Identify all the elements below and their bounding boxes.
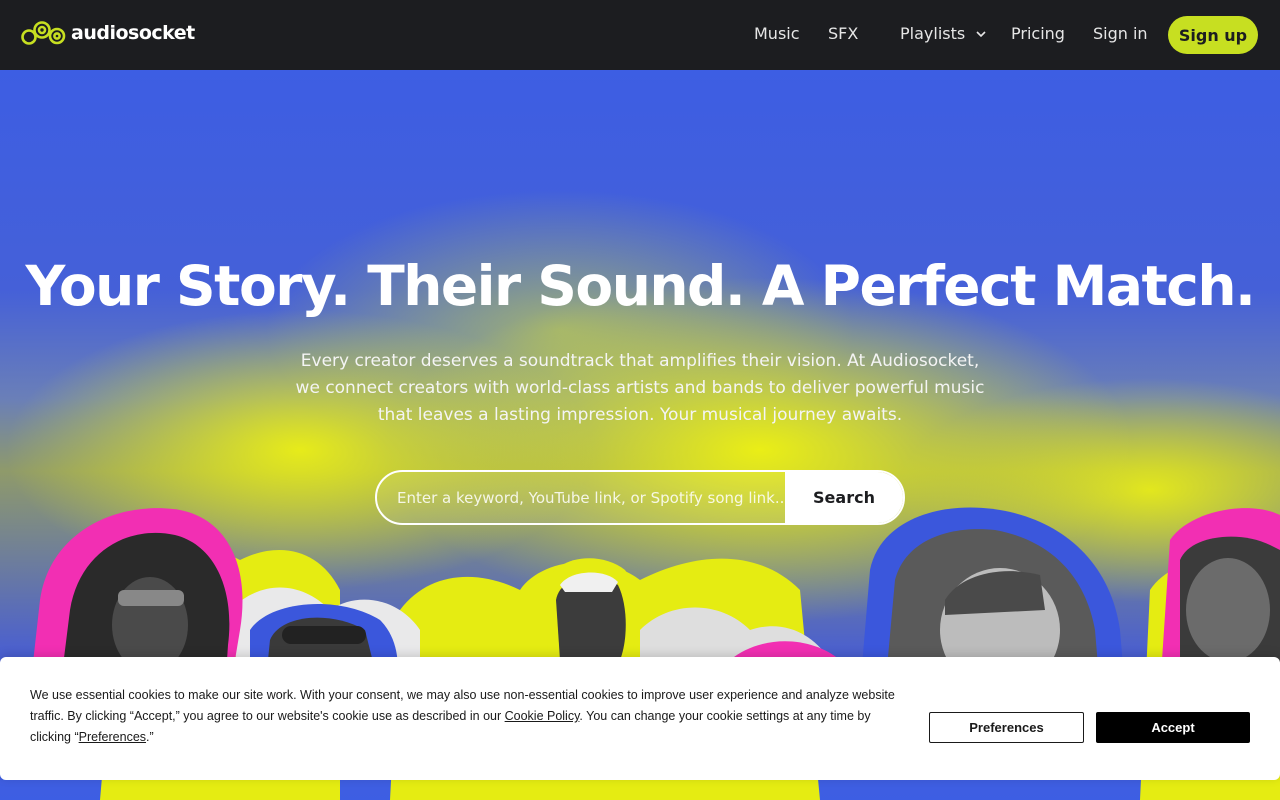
signup-button[interactable]: Sign up — [1168, 16, 1258, 54]
nav-playlists-dropdown[interactable]: Playlists — [900, 24, 987, 43]
nav-signin-link[interactable]: Sign in — [1093, 24, 1148, 43]
logo-text: audiosocket — [71, 22, 195, 44]
cookie-text-end: .” — [146, 730, 154, 744]
collage-yellow-ring-center — [545, 558, 637, 660]
hero-title: Your Story. Their Sound. A Perfect Match… — [25, 254, 1256, 318]
cookie-text: We use essential cookies to make our sit… — [30, 685, 910, 748]
hero-subtitle: Every creator deserves a soundtrack that… — [295, 351, 985, 425]
accept-button[interactable]: Accept — [1096, 712, 1250, 743]
search-button[interactable]: Search — [785, 472, 903, 523]
top-navigation: audiosocket Music SFX Playlists Pricing … — [0, 0, 1280, 70]
preferences-button[interactable]: Preferences — [929, 712, 1084, 743]
search-bar: Search — [375, 470, 905, 525]
cookie-preferences-link[interactable]: Preferences — [79, 730, 146, 744]
audiosocket-logo-icon — [21, 21, 66, 45]
cookie-policy-link[interactable]: Cookie Policy — [505, 709, 580, 723]
nav-sfx-link[interactable]: SFX — [828, 24, 858, 43]
nav-playlists-label: Playlists — [900, 24, 966, 43]
nav-music-link[interactable]: Music — [754, 24, 800, 43]
nav-pricing-link[interactable]: Pricing — [1011, 24, 1065, 43]
cookie-banner: We use essential cookies to make our sit… — [0, 657, 1280, 780]
chevron-down-icon — [976, 30, 986, 37]
search-input[interactable] — [377, 472, 785, 523]
logo[interactable]: audiosocket — [20, 18, 195, 48]
